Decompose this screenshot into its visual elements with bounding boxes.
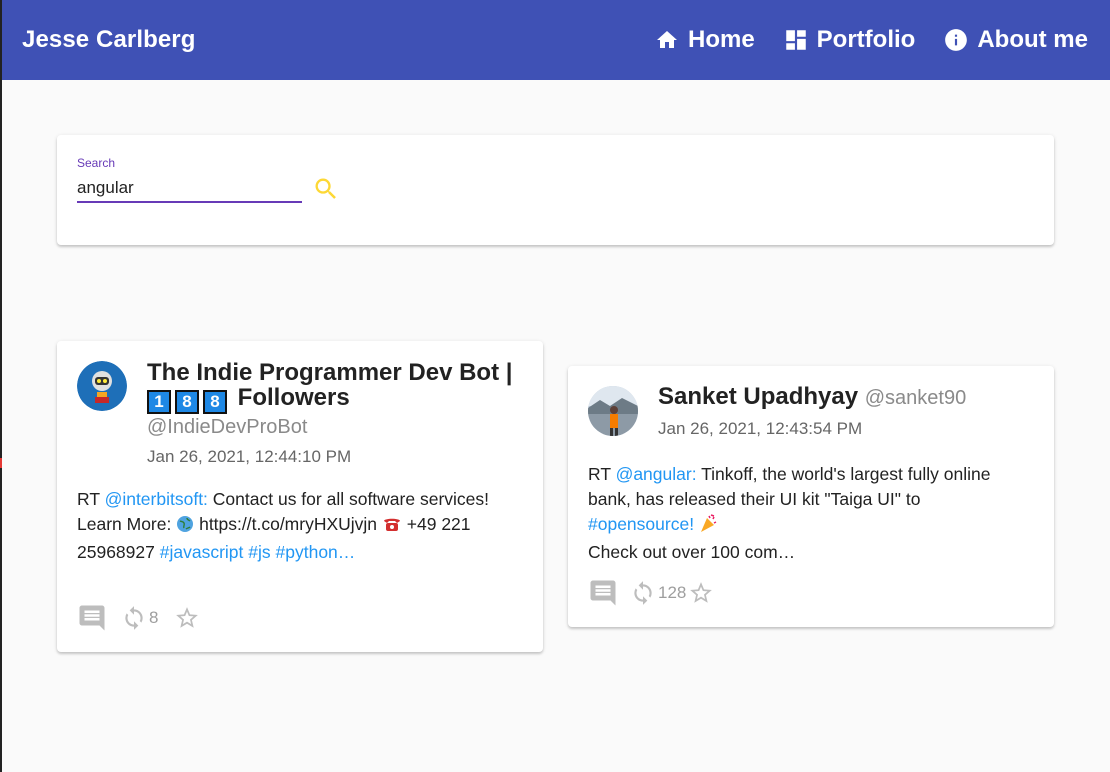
digit-badge: 1	[147, 390, 171, 414]
tweet-text: RT @interbitsoft: Contact us for all sof…	[77, 487, 513, 565]
nav-home[interactable]: Home	[654, 26, 755, 54]
hashtag-link[interactable]: #opensource!	[588, 514, 694, 534]
telephone-icon	[382, 515, 402, 540]
hashtag-link[interactable]: #javascript	[160, 542, 244, 562]
nav-home-label: Home	[687, 26, 755, 53]
search-button[interactable]	[312, 175, 340, 203]
brand-title[interactable]: Jesse Carlberg	[22, 26, 196, 54]
reply-button[interactable]	[588, 578, 618, 608]
author-name[interactable]: The Indie Programmer Dev Bot | 188 Follo…	[147, 360, 513, 414]
nav-about[interactable]: About me	[943, 26, 1088, 54]
avatar[interactable]	[77, 361, 127, 411]
search-icon	[315, 178, 336, 199]
author-name[interactable]: Sanket Upadhyay	[658, 383, 858, 410]
tweet-url[interactable]: https://t.co/mryHXUjvjn	[194, 514, 382, 534]
tweet-card: The Indie Programmer Dev Bot | 188 Follo…	[57, 341, 543, 652]
tweet-actions: 128	[588, 578, 716, 608]
tweet-date: Jan 26, 2021, 12:43:54 PM	[658, 419, 863, 438]
home-icon	[656, 31, 677, 48]
tweet-header: Sanket Upadhyay @sanket90 Jan 26, 2021, …	[658, 384, 1024, 440]
comment-icon	[590, 580, 616, 606]
retweet-icon	[634, 581, 652, 605]
main-nav: Home Portfolio About me	[654, 26, 1088, 54]
tweet-text: RT @angular: Tinkoff, the world's larges…	[588, 462, 1024, 565]
star-outline-icon	[690, 582, 713, 603]
nav-about-label: About me	[977, 26, 1088, 53]
reply-button[interactable]	[77, 603, 107, 633]
tweet-date: Jan 26, 2021, 12:44:10 PM	[147, 447, 352, 466]
nav-portfolio[interactable]: Portfolio	[783, 26, 916, 54]
tweet-header: The Indie Programmer Dev Bot | 188 Follo…	[147, 360, 513, 468]
edge-marker	[0, 458, 2, 468]
retweet-count: 128	[658, 583, 687, 602]
search-label: Search	[77, 156, 116, 170]
dashboard-icon	[785, 30, 806, 50]
author-line: Sanket Upadhyay @sanket90	[658, 384, 1024, 411]
hashtag-link[interactable]: #python…	[276, 542, 356, 562]
digit-badge: 8	[175, 390, 199, 414]
retweet-icon	[125, 606, 143, 630]
party-popper-icon	[699, 513, 719, 540]
favorite-button[interactable]	[688, 580, 716, 606]
author-name-suffix: Followers	[237, 384, 350, 411]
retweet-button[interactable]: 8	[121, 605, 158, 631]
digit-badge: 8	[203, 390, 227, 414]
author-handle[interactable]: @sanket90	[865, 387, 966, 409]
retweet-count: 8	[149, 608, 159, 627]
tweet-actions: 8	[77, 603, 202, 633]
author-name-text: The Indie Programmer Dev Bot |	[147, 359, 513, 386]
globe-icon	[176, 515, 194, 540]
tweet-text-part: Check out over 100 com…	[588, 542, 796, 562]
hashtag-link[interactable]: #js	[248, 542, 270, 562]
mention-link[interactable]: @angular:	[616, 464, 697, 484]
mention-link[interactable]: @interbitsoft:	[105, 489, 208, 509]
search-input[interactable]	[77, 175, 302, 203]
author-handle[interactable]: @IndieDevProBot	[147, 414, 513, 440]
app-bar: Jesse Carlberg Home Portfolio About me	[2, 0, 1110, 80]
tweet-card: Sanket Upadhyay @sanket90 Jan 26, 2021, …	[568, 366, 1054, 627]
comment-icon	[79, 605, 105, 631]
tweet-text-prefix: RT	[588, 464, 616, 484]
favorite-button[interactable]	[174, 605, 202, 631]
retweet-button[interactable]: 128	[630, 580, 686, 606]
star-outline-icon	[176, 607, 199, 628]
info-icon	[945, 29, 968, 51]
avatar[interactable]	[588, 386, 638, 436]
window-left-edge	[0, 0, 2, 772]
tweet-text-prefix: RT	[77, 489, 105, 509]
search-card: Search	[57, 135, 1054, 245]
nav-portfolio-label: Portfolio	[816, 26, 916, 53]
